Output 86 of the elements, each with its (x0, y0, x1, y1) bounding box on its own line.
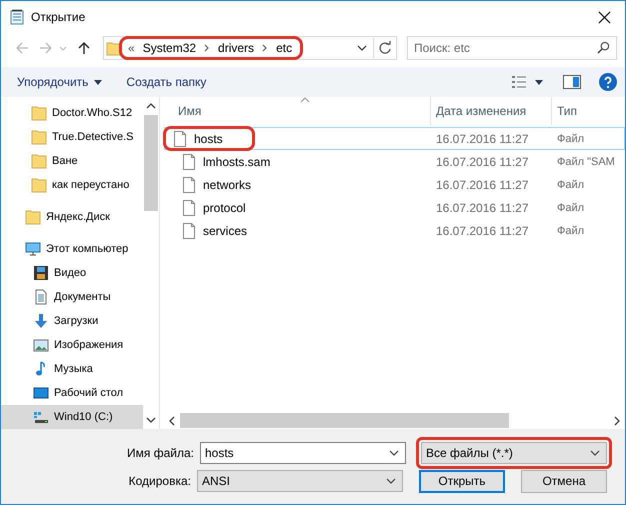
file-icon (183, 200, 195, 216)
document-icon (33, 289, 49, 305)
nav-item[interactable]: Музыка (1, 357, 143, 381)
table-cell-text: 16.07.2016 11:27 (435, 200, 530, 214)
file-icon (183, 222, 195, 238)
address-bar[interactable]: « System32 drivers etc (103, 36, 397, 60)
nav-item[interactable]: True.Detective.S (1, 125, 143, 149)
nav-item[interactable]: Doctor.Who.S12 (1, 101, 143, 125)
nav-item[interactable]: Документы (1, 285, 143, 309)
filename-label: Имя файла: (127, 446, 194, 460)
nav-item[interactable]: Загрузки (1, 309, 143, 333)
help-icon[interactable] (599, 73, 617, 91)
file-name: networks (203, 178, 252, 192)
file-row[interactable]: protocol 16.07.2016 11:27 Файл (164, 196, 625, 219)
nav-item[interactable]: Видео (1, 261, 143, 285)
download-arrow-icon (33, 313, 49, 329)
nav-item[interactable]: Яндекс.Диск (1, 205, 143, 229)
window-title: Открытие (31, 10, 86, 24)
chevron-right-icon[interactable] (612, 416, 622, 426)
drive-icon (33, 409, 49, 425)
new-folder-button[interactable]: Создать папку (120, 71, 212, 93)
folder-icon (31, 177, 47, 193)
chevron-down-icon[interactable] (590, 448, 600, 456)
file-icon (183, 176, 195, 192)
file-name: hosts (194, 132, 223, 146)
chevron-left-icon[interactable] (167, 416, 177, 426)
organize-button[interactable]: Упорядочить (11, 71, 108, 93)
folder-icon (31, 153, 47, 169)
chevron-down-icon[interactable] (146, 415, 156, 425)
notepad-icon (9, 9, 25, 25)
cancel-button[interactable]: Отмена (521, 470, 607, 492)
overflow-chevron[interactable]: « (128, 41, 135, 55)
close-icon[interactable] (598, 10, 611, 24)
table-cell-text: Файл (556, 202, 586, 214)
breadcrumb-item[interactable]: System32 (142, 41, 196, 55)
breadcrumb-item[interactable]: etc (276, 41, 292, 55)
table-cell-text: 16.07.2016 11:27 (435, 224, 530, 238)
nav-item[interactable]: Wind10 (C:) (1, 405, 143, 429)
table-cell-text: Файл (556, 224, 586, 236)
file-name: lmhosts.sam (203, 154, 270, 168)
table-cell-text: 16.07.2016 11:27 (435, 178, 530, 192)
encoding-dropdown[interactable]: ANSI (197, 470, 403, 492)
search-field[interactable]: Поиск: etc (407, 36, 617, 60)
nav-item[interactable]: как переустано (1, 173, 143, 197)
table-cell-text: Файл (556, 178, 586, 190)
file-row[interactable]: services 16.07.2016 11:27 Файл (164, 219, 625, 242)
column-header[interactable]: Дата изменения (430, 97, 551, 125)
chevron-down-icon[interactable] (357, 44, 367, 52)
open-button[interactable]: Открыть (419, 470, 505, 492)
chevron-right-icon[interactable] (204, 44, 210, 52)
nav-item[interactable]: Ване (1, 149, 143, 173)
file-icon (183, 154, 195, 170)
up-arrow-icon[interactable] (77, 41, 91, 55)
table-cell-text: Файл "SAM (556, 156, 616, 168)
nav-item[interactable]: Этот компьютер (1, 237, 143, 261)
table-cell-text: 16.07.2016 11:27 (435, 154, 530, 168)
file-row[interactable]: networks 16.07.2016 11:27 Файл (164, 173, 625, 196)
desktop-icon (33, 385, 49, 401)
caret-icon (94, 80, 102, 84)
filename-field[interactable]: hosts (200, 442, 406, 464)
table-cell-text: Файл (556, 132, 586, 144)
chevron-down-icon[interactable] (389, 448, 399, 456)
file-row[interactable]: hosts 16.07.2016 11:27 Файл (164, 127, 625, 150)
breadcrumb-item[interactable]: drivers (218, 41, 254, 55)
table-cell-text: 16.07.2016 11:27 (435, 132, 530, 146)
chevron-up-icon[interactable] (146, 101, 156, 111)
file-name: protocol (203, 200, 246, 214)
file-name: services (203, 224, 248, 238)
nav-item[interactable]: Рабочий стол (1, 381, 143, 405)
nav-item[interactable]: Изображения (1, 333, 143, 357)
search-icon[interactable] (597, 41, 610, 54)
view-list-icon[interactable] (511, 75, 527, 89)
file-row[interactable]: lmhosts.sam 16.07.2016 11:27 Файл "SAM (164, 150, 625, 173)
column-header[interactable]: Имя (164, 97, 430, 125)
column-header[interactable]: Тип (551, 97, 625, 125)
folder-icon (25, 209, 41, 225)
folder-icon (31, 129, 47, 145)
chevron-right-icon[interactable] (262, 44, 268, 52)
picture-icon (33, 337, 49, 353)
encoding-label: Кодировка: (128, 474, 191, 488)
folder-icon (31, 105, 47, 121)
preview-pane-icon[interactable] (563, 75, 581, 89)
monitor-icon (25, 241, 41, 257)
caret-icon[interactable] (535, 80, 543, 84)
chevron-down-icon[interactable] (386, 477, 396, 485)
file-icon (174, 130, 186, 146)
